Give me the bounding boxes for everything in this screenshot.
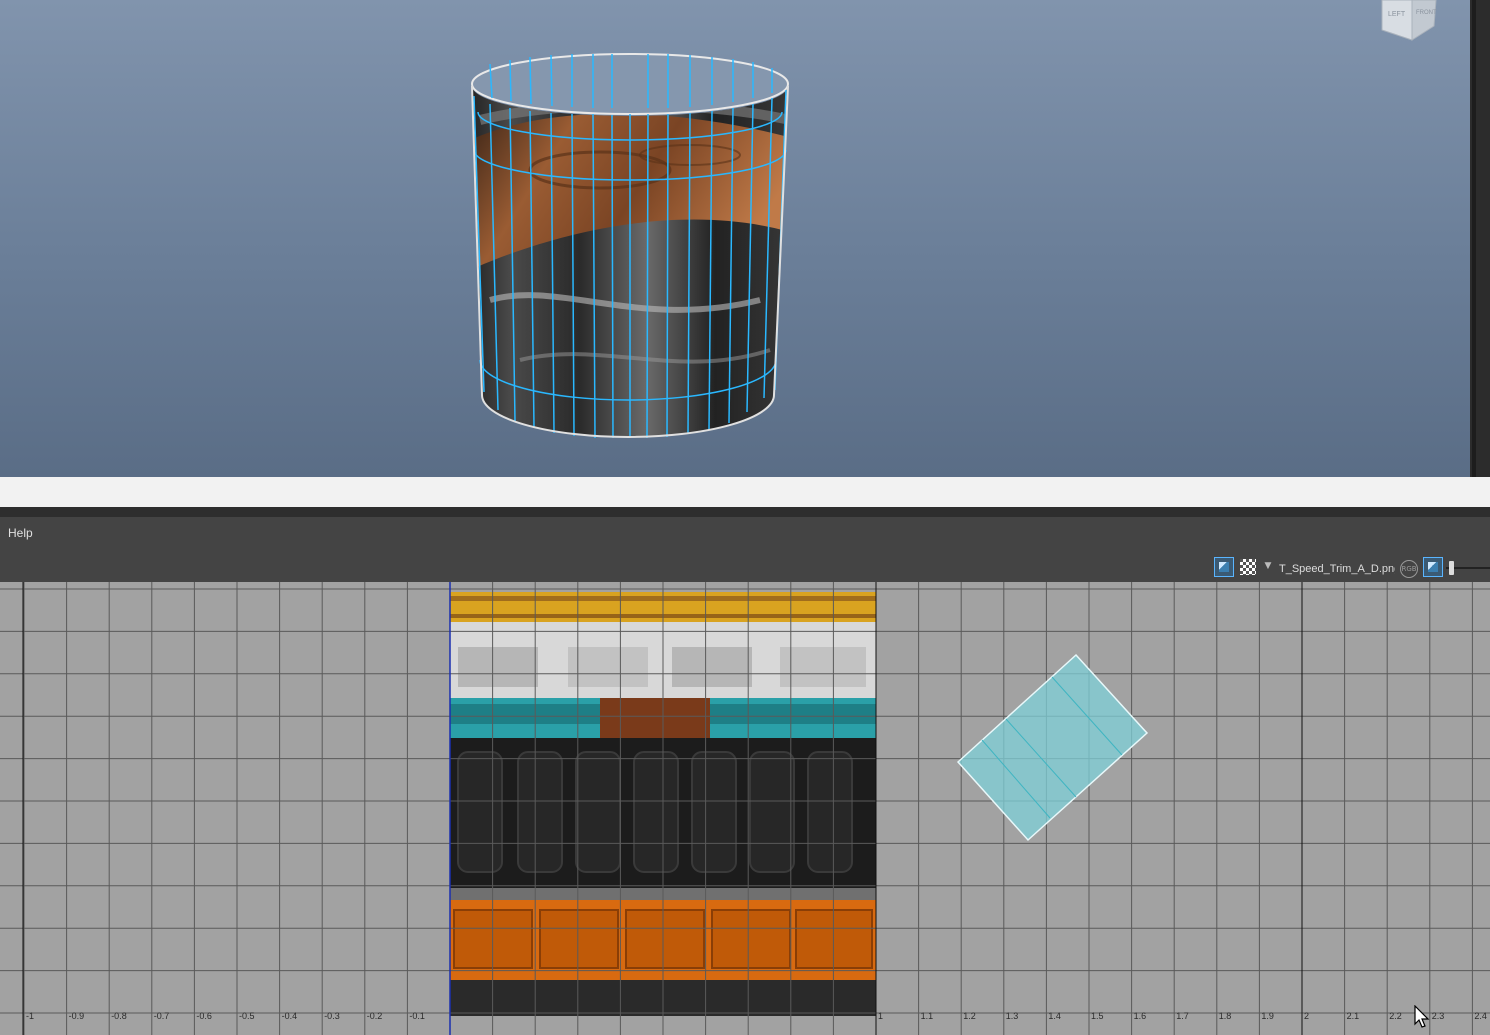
axis-tick-label: 1.4: [1048, 1011, 1061, 1021]
uv-toolbar: ▼ T_Speed_Trim_A_D.png RGB: [0, 547, 1490, 582]
menu-help[interactable]: Help: [8, 526, 33, 540]
checker-icon[interactable]: [1240, 559, 1256, 575]
view-cube-left-label: LEFT: [1388, 11, 1406, 18]
viewport-scrollbar[interactable]: [1470, 0, 1490, 477]
uv-grid-lines: [0, 582, 1490, 1035]
axis-tick-label: 1.2: [963, 1011, 976, 1021]
uv-editor-titlebar[interactable]: [0, 507, 1490, 517]
axis-tick-label: 1.6: [1133, 1011, 1147, 1021]
axis-tick-label: 2.3: [1431, 1011, 1445, 1021]
uv-shell[interactable]: [956, 653, 1149, 842]
axis-tick-label: 2: [1304, 1011, 1310, 1021]
view-cube[interactable]: LEFT FRONT: [1378, 0, 1446, 44]
axis-tick-label: -0.1: [409, 1011, 425, 1021]
axis-tick-label: -0.4: [281, 1011, 298, 1021]
3d-viewport[interactable]: LEFT FRONT: [0, 0, 1470, 477]
axis-tick-label: 2.1: [1346, 1011, 1360, 1021]
view-cube-front-label: FRONT: [1416, 10, 1437, 16]
uv-grid-canvas[interactable]: -1 -0.9 -0.8 -0.7 -0.6 -0.5 -0.4 -0.3 -0.2 -0.1 1 1…: [0, 582, 1490, 1035]
axis-tick-label: -0.8: [111, 1011, 127, 1021]
texture-name-field[interactable]: T_Speed_Trim_A_D.png: [1279, 560, 1395, 578]
rgb-channel-icon[interactable]: RGB: [1400, 560, 1418, 578]
axis-tick-label: -1: [26, 1011, 35, 1021]
image-display-icon[interactable]: [1423, 557, 1443, 577]
axis-tick-label: 2.2: [1389, 1011, 1402, 1021]
axis-tick-label: -0.7: [153, 1011, 170, 1021]
image-toggle-icon[interactable]: [1214, 557, 1234, 577]
viewport-scrollbar-thumb[interactable]: [1472, 0, 1476, 477]
exposure-slider-handle[interactable]: [1449, 561, 1454, 575]
axis-tick-label: 1.9: [1261, 1011, 1274, 1021]
axis-tick-label: 1.5: [1091, 1011, 1104, 1021]
axis-tick-label: -0.6: [196, 1011, 212, 1021]
panel-splitter[interactable]: [0, 477, 1490, 507]
axis-tick-label: 1.3: [1005, 1011, 1019, 1021]
axis-tick-label: 2.4: [1474, 1011, 1487, 1021]
uv-editor-panel: Help ▼ T_Speed_Trim_A_D.png RGB -1 -0.9 …: [0, 507, 1490, 1035]
axis-tick-label: 1.1: [920, 1011, 934, 1021]
axis-tick-label: 1: [878, 1011, 884, 1021]
axis-tick-label: -0.5: [239, 1011, 255, 1021]
axis-tick-label: 1.8: [1218, 1011, 1232, 1021]
chevron-down-icon[interactable]: ▼: [1262, 560, 1274, 572]
uv-menubar: Help: [0, 517, 1490, 547]
mouse-cursor-icon: [1414, 1005, 1430, 1028]
axis-tick-label: -0.2: [366, 1011, 383, 1021]
axis-tick-label: -0.9: [68, 1011, 85, 1021]
viewport-canvas: [471, 53, 789, 439]
exposure-slider[interactable]: [1446, 561, 1490, 575]
axis-tick-label: -0.3: [324, 1011, 340, 1021]
axis-tick-label: 1.7: [1176, 1011, 1189, 1021]
